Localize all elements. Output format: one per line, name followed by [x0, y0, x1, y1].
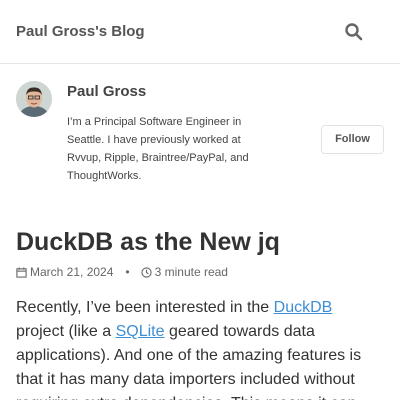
- body-text: Recently, I’ve been interested in the: [16, 299, 274, 316]
- body-text: project (like a: [16, 323, 116, 340]
- calendar-icon: [16, 266, 27, 278]
- post-date: March 21, 2024: [30, 265, 114, 279]
- site-title-link[interactable]: Paul Gross's Blog: [16, 23, 145, 40]
- meta-separator: •: [125, 265, 130, 279]
- read-time: 3 minute read: [154, 265, 228, 279]
- search-button[interactable]: [342, 20, 366, 44]
- post-title: DuckDB as the New jq: [16, 228, 280, 256]
- site-header: Paul Gross's Blog: [0, 0, 400, 64]
- clock-icon: [140, 266, 152, 278]
- follow-button[interactable]: Follow: [321, 125, 384, 154]
- sqlite-link[interactable]: SQLite: [116, 323, 165, 340]
- avatar: [16, 81, 52, 117]
- author-bio: I’m a Principal Software Engineer in Sea…: [67, 116, 249, 182]
- author-profile: Paul Gross I’m a Principal Software Engi…: [0, 64, 400, 204]
- post-body: Recently, I’ve been interested in the Du…: [16, 296, 376, 400]
- duckdb-link[interactable]: DuckDB: [274, 299, 333, 316]
- post-meta: March 21, 2024 • 3 minute read: [16, 265, 228, 279]
- author-name: Paul Gross: [67, 83, 147, 100]
- search-icon: [345, 23, 363, 41]
